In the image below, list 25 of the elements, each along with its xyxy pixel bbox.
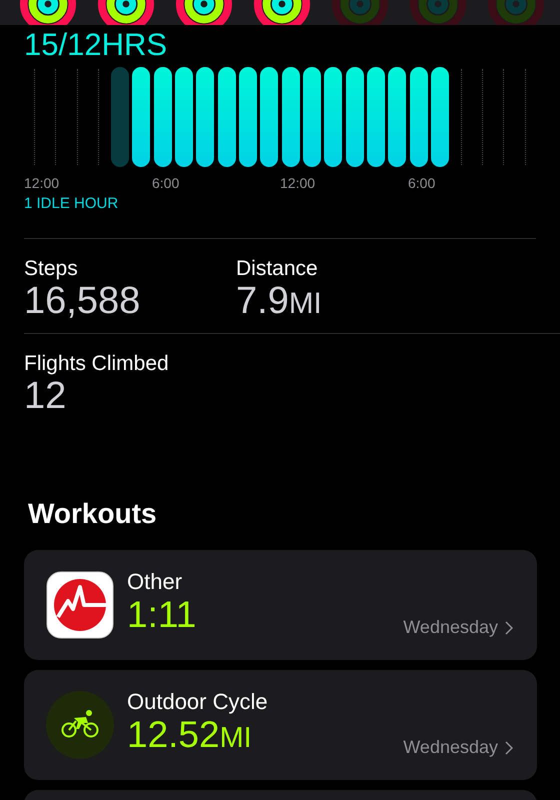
workout-name: Other <box>127 569 184 596</box>
workout-card[interactable]: Other 1:11 Wednesday <box>24 550 537 660</box>
stat-label: Flights Climbed <box>24 352 170 376</box>
axis-label: 6:00 <box>152 175 180 191</box>
workout-card[interactable]: Outdoor Cycle 12.52MI Wednesday <box>24 670 537 780</box>
stand-hours-value: 15/12HRS <box>24 27 168 63</box>
workout-value: 1:11 <box>127 595 198 636</box>
stat-value: 16,588 <box>24 281 142 323</box>
heart-rate-app-icon <box>46 570 114 639</box>
stat-value: 12 <box>24 376 68 418</box>
workout-day: Wednesday <box>403 616 498 638</box>
stat-label: Steps <box>24 257 79 281</box>
stat-value: 7.9MI <box>236 281 323 323</box>
axis-label: 12:00 <box>280 175 316 191</box>
chevron-right-icon <box>505 620 513 635</box>
workout-value: 12.52MI <box>127 715 253 756</box>
stat-label: Distance <box>236 257 319 281</box>
workout-day: Wednesday <box>403 736 498 758</box>
section-title: Workouts <box>28 498 158 530</box>
chevron-right-icon <box>505 740 513 755</box>
idle-hours-label: 1 IDLE HOUR <box>24 195 536 239</box>
workout-name: Outdoor Cycle <box>127 689 269 716</box>
axis-label: 12:00 <box>24 175 60 191</box>
axis-label: 6:00 <box>408 175 436 191</box>
cyclist-icon <box>46 690 114 759</box>
